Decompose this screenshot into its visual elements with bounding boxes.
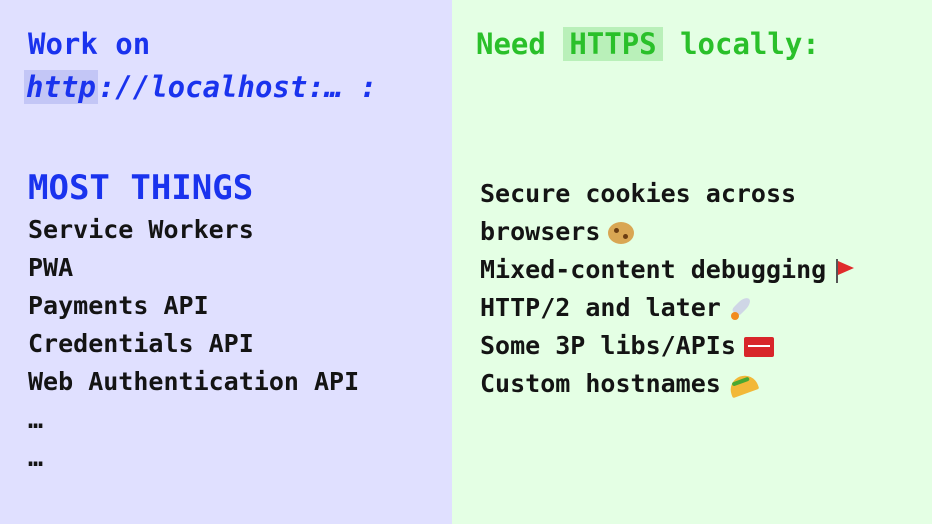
list-item-text: browsers [480,217,601,246]
list-item: Mixed-content debugging [480,251,856,289]
list-item: … [28,443,44,472]
rocket-icon [729,296,755,322]
list-item: PWA [28,253,74,282]
taco-icon [726,371,760,399]
list-item: Secure cookies across [480,175,856,213]
right-title-highlight: HTTPS [563,27,663,61]
right-feature-list: Secure cookies across browsers Mixed-con… [480,175,856,403]
right-title-prefix: Need [476,27,546,61]
left-feature-list: Service Workers PWA Payments API Credent… [28,211,359,477]
list-item: Credentials API [28,329,254,358]
most-things-heading: MOST THINGS [28,168,254,208]
list-item: browsers [480,213,856,251]
list-item: Custom hostnames [480,365,856,403]
list-item-text: Custom hostnames [480,369,721,398]
list-item-text: HTTP/2 and later [480,293,721,322]
list-item: Service Workers [28,215,254,244]
list-item: HTTP/2 and later [480,289,856,327]
list-item-text: Some 3P libs/APIs [480,331,736,360]
list-item: Web Authentication API [28,367,360,396]
left-panel: Work on http://localhost:… : MOST THINGS… [0,0,452,524]
left-title-line1: Work on [28,24,150,64]
flag-icon [834,259,856,283]
left-title-line2: http://localhost:… : [24,67,377,107]
toolbox-icon [743,337,774,357]
right-panel: Need HTTPS locally: Secure cookies acros… [452,0,932,524]
left-title-text: Work on [28,27,151,61]
cookie-icon [608,222,635,244]
list-item: Some 3P libs/APIs [480,327,856,365]
list-item-text: Mixed-content debugging [480,255,827,284]
right-title: Need HTTPS locally: [476,24,820,64]
list-item: … [28,405,44,434]
list-item-text: Secure cookies across [480,179,797,208]
left-title-rest: ://localhost:… : [97,70,378,104]
list-item: Payments API [28,291,209,320]
right-title-suffix: locally: [680,27,820,61]
left-title-highlight: http [24,70,98,104]
